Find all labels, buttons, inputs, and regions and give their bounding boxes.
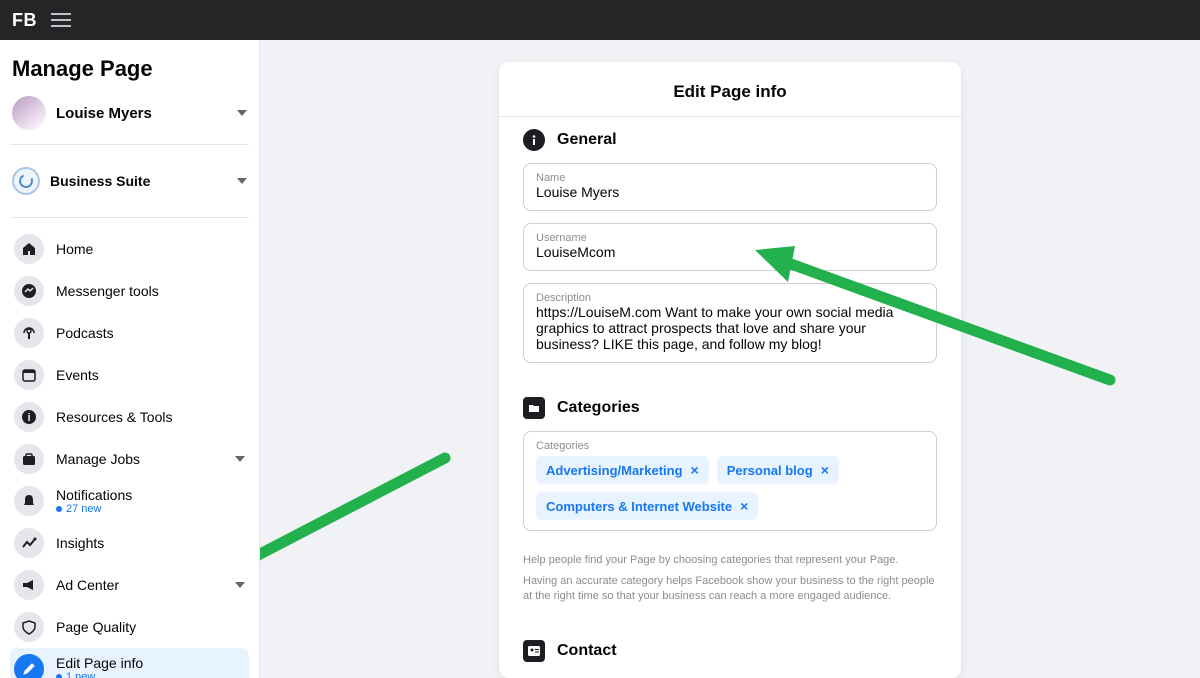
sidebar-item-resources[interactable]: i Resources & Tools [10,396,249,438]
divider [10,217,249,218]
name-field[interactable]: Name Louise Myers [523,163,937,211]
chevron-down-icon [235,582,245,588]
profile-name: Louise Myers [56,105,227,122]
sidebar-item-jobs[interactable]: Manage Jobs [10,438,249,480]
contact-icon [523,640,545,662]
username-field[interactable]: Username LouiseMcom [523,223,937,271]
sidebar-item-home[interactable]: Home [10,228,249,270]
business-suite-label: Business Suite [50,173,227,189]
resources-icon: i [14,402,44,432]
chevron-down-icon [237,178,247,184]
divider [10,144,249,145]
podcasts-icon [14,318,44,348]
home-icon [14,234,44,264]
chevron-down-icon [235,456,245,462]
category-chips: Advertising/Marketing× Personal blog× Co… [536,456,924,520]
caret-down-icon [237,110,247,116]
sidebar-item-messenger[interactable]: Messenger tools [10,270,249,312]
main-content: Edit Page info General Name Louise Myers… [260,40,1200,678]
app-logo[interactable]: FB [12,10,37,31]
categories-help-1: Help people find your Page by choosing c… [499,553,961,568]
messenger-icon [14,276,44,306]
sidebar-item-adcenter[interactable]: Ad Center [10,564,249,606]
sidebar: Manage Page Louise Myers Business Suite … [0,40,260,678]
sidebar-item-podcasts[interactable]: Podcasts [10,312,249,354]
top-bar: FB [0,0,1200,40]
section-general: General [499,117,961,159]
megaphone-icon [14,570,44,600]
section-categories: Categories [499,385,961,427]
business-suite-button[interactable]: Business Suite [10,155,249,207]
description-field[interactable]: Description https://LouiseM.com Want to … [523,283,937,363]
info-icon [523,129,545,151]
insights-icon [14,528,44,558]
categories-help-2: Having an accurate category helps Facebo… [499,574,961,604]
sidebar-item-quality[interactable]: Page Quality [10,606,249,648]
svg-text:i: i [27,412,30,424]
sidebar-title: Manage Page [12,56,249,82]
sidebar-item-insights[interactable]: Insights [10,522,249,564]
general-body: Name Louise Myers Username LouiseMcom De… [499,159,961,385]
categories-body: Categories Advertising/Marketing× Person… [499,427,961,553]
remove-chip-icon[interactable]: × [740,498,748,514]
folder-icon [523,397,545,419]
sidebar-item-edit-page-info[interactable]: Edit Page info1 new [10,648,249,678]
category-chip[interactable]: Personal blog× [717,456,839,484]
remove-chip-icon[interactable]: × [821,462,829,478]
shield-icon [14,612,44,642]
section-contact: Contact Phone Number [499,628,961,678]
bell-icon [14,486,44,516]
sidebar-item-notifications[interactable]: Notifications27 new [10,480,249,522]
events-icon [14,360,44,390]
remove-chip-icon[interactable]: × [691,462,699,478]
layout: Manage Page Louise Myers Business Suite … [0,40,1200,678]
card-title: Edit Page info [499,82,961,117]
business-suite-icon [12,167,40,195]
sidebar-item-events[interactable]: Events [10,354,249,396]
page-selector[interactable]: Louise Myers [10,92,249,134]
hamburger-icon[interactable] [51,13,71,27]
jobs-icon [14,444,44,474]
annotation-arrow [260,440,455,620]
category-chip[interactable]: Computers & Internet Website× [536,492,758,520]
pencil-icon [14,654,44,678]
avatar [12,96,46,130]
edit-page-info-card: Edit Page info General Name Louise Myers… [499,62,961,678]
categories-field[interactable]: Categories Advertising/Marketing× Person… [523,431,937,531]
category-chip[interactable]: Advertising/Marketing× [536,456,709,484]
